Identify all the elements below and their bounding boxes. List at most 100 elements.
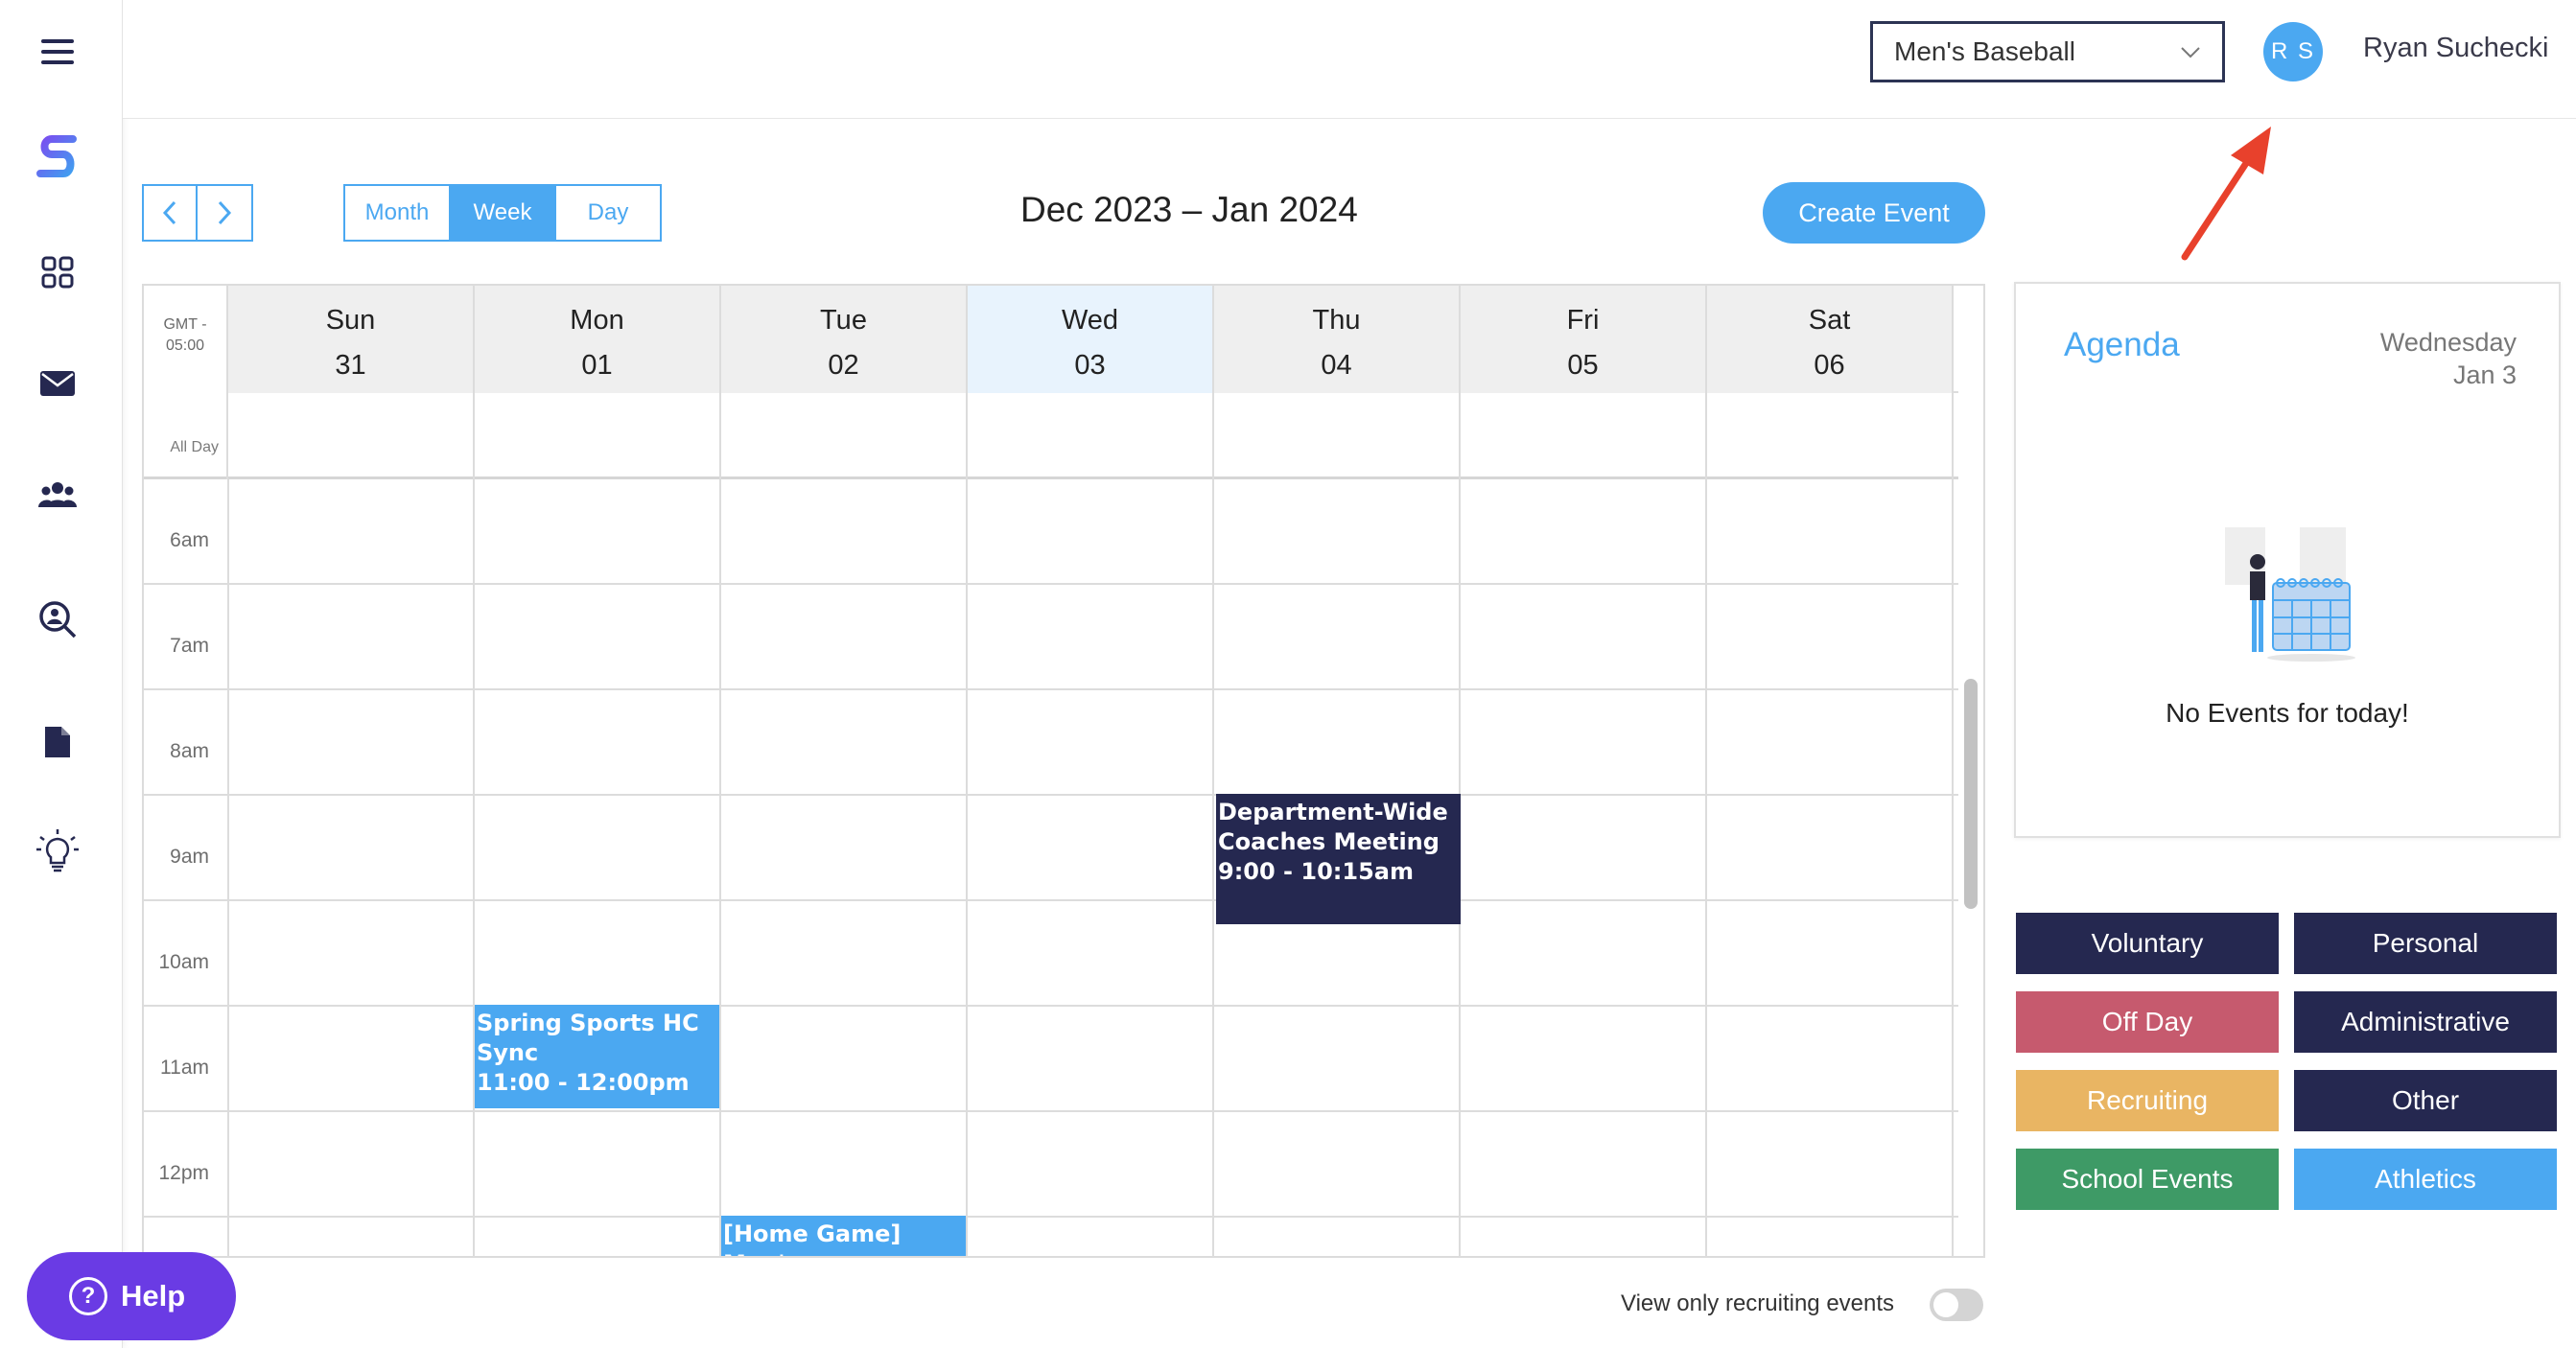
- category-administrative-button[interactable]: Administrative: [2294, 991, 2557, 1053]
- dashboard-grid-icon[interactable]: [33, 247, 82, 297]
- date-nav: [142, 184, 253, 242]
- day-header-thu[interactable]: Thu 04: [1214, 286, 1461, 393]
- all-day-label: All Day: [144, 393, 228, 479]
- category-personal-button[interactable]: Personal: [2294, 913, 2557, 974]
- time-label: 8am: [170, 740, 209, 762]
- calendar-illustration-icon: [2225, 527, 2355, 662]
- event-spring-sports-sync[interactable]: Spring Sports HC Sync 11:00 - 12:00pm: [475, 1005, 719, 1108]
- day-name: Mon: [570, 305, 624, 336]
- calendar-scrollbar[interactable]: [1964, 679, 1978, 909]
- view-day-button[interactable]: Day: [556, 184, 662, 242]
- day-number: 31: [335, 350, 366, 381]
- app-logo-icon[interactable]: [33, 132, 82, 182]
- column-divider: [1212, 479, 1214, 1256]
- event-home-game[interactable]: [Home Game] Men's: [721, 1216, 966, 1256]
- next-button[interactable]: [198, 184, 253, 242]
- column-divider: [1952, 479, 1954, 1256]
- hour-line: [144, 1216, 1958, 1218]
- category-voluntary-button[interactable]: Voluntary: [2016, 913, 2279, 974]
- all-day-cell[interactable]: [475, 393, 721, 479]
- chevron-down-icon: [2181, 47, 2200, 58]
- calendar-header-row: GMT - 05:00 Sun 31 Mon 01 Tue 02 Wed 03 Thu 0…: [144, 286, 1958, 393]
- day-header-wed[interactable]: Wed 03: [968, 286, 1214, 393]
- event-title: Spring Sports HC Sync: [477, 1010, 699, 1066]
- column-divider: [473, 479, 475, 1256]
- time-label: 6am: [170, 529, 209, 551]
- time-label: 12pm: [158, 1162, 209, 1184]
- view-week-button[interactable]: Week: [451, 184, 556, 242]
- time-label: 7am: [170, 635, 209, 657]
- agenda-weekday: Wednesday: [2379, 328, 2517, 357]
- agenda-panel: Agenda Wednesday Jan 3 No Events for tod…: [2014, 282, 2561, 838]
- day-header-sun[interactable]: Sun 31: [228, 286, 475, 393]
- hour-line: [144, 583, 1958, 585]
- day-number: 02: [828, 350, 859, 381]
- day-name: Wed: [1061, 305, 1119, 336]
- column-divider: [966, 479, 968, 1256]
- lightbulb-icon[interactable]: [33, 826, 82, 876]
- all-day-cell[interactable]: [721, 393, 968, 479]
- team-select[interactable]: Men's Baseball: [1870, 21, 2225, 82]
- category-recruiting-button[interactable]: Recruiting: [2016, 1070, 2279, 1131]
- column-divider: [1705, 479, 1707, 1256]
- help-button[interactable]: ? Help: [27, 1252, 236, 1340]
- day-name: Tue: [820, 305, 867, 336]
- agenda-date: Wednesday Jan 3: [2380, 326, 2517, 391]
- all-day-cell[interactable]: [968, 393, 1214, 479]
- hour-line: [144, 688, 1958, 690]
- mail-icon[interactable]: [33, 359, 82, 408]
- hamburger-menu-icon[interactable]: [33, 27, 82, 77]
- day-header-mon[interactable]: Mon 01: [475, 286, 721, 393]
- day-number: 03: [1074, 350, 1106, 381]
- team-people-icon[interactable]: [33, 470, 82, 520]
- recruiting-toggle[interactable]: [1930, 1289, 1983, 1321]
- category-other-button[interactable]: Other: [2294, 1070, 2557, 1131]
- event-coaches-meeting[interactable]: Department-Wide Coaches Meeting 9:00 - 1…: [1216, 794, 1461, 924]
- sidebar: [0, 0, 123, 1348]
- day-number: 05: [1567, 350, 1599, 381]
- agenda-title: Agenda: [2064, 326, 2180, 363]
- time-label: 9am: [170, 846, 209, 868]
- day-header-tue[interactable]: Tue 02: [721, 286, 968, 393]
- user-name[interactable]: Ryan Suchecki: [2363, 33, 2548, 64]
- day-name: Thu: [1312, 305, 1361, 336]
- category-off-day-button[interactable]: Off Day: [2016, 991, 2279, 1053]
- hour-line: [144, 1110, 1958, 1112]
- time-grid[interactable]: 6am 7am 8am 9am 10am 11am 12pm Departmen…: [144, 479, 1958, 1256]
- timezone-label: GMT - 05:00: [144, 286, 228, 393]
- recruiting-toggle-label: View only recruiting events: [1621, 1290, 1895, 1316]
- annotation-arrow-icon: [2181, 127, 2271, 261]
- all-day-cell[interactable]: [1461, 393, 1707, 479]
- all-day-cell[interactable]: [1707, 393, 1954, 479]
- create-event-button[interactable]: Create Event: [1763, 182, 1985, 244]
- day-header-sat[interactable]: Sat 06: [1707, 286, 1954, 393]
- column-divider: [227, 479, 229, 1256]
- all-day-cell[interactable]: [228, 393, 475, 479]
- prev-button[interactable]: [142, 184, 198, 242]
- search-person-icon[interactable]: [33, 594, 82, 644]
- category-school-events-button[interactable]: School Events: [2016, 1149, 2279, 1210]
- team-select-value: Men's Baseball: [1894, 36, 2075, 66]
- day-name: Fri: [1566, 305, 1600, 336]
- day-name: Sat: [1808, 305, 1851, 336]
- avatar[interactable]: R S: [2263, 22, 2323, 81]
- all-day-cell[interactable]: [1214, 393, 1461, 479]
- day-number: 04: [1321, 350, 1352, 381]
- category-athletics-button[interactable]: Athletics: [2294, 1149, 2557, 1210]
- view-switcher: Month Week Day: [343, 184, 662, 242]
- chevron-right-icon: [218, 200, 232, 225]
- day-header-fri[interactable]: Fri 05: [1461, 286, 1707, 393]
- document-icon[interactable]: [33, 717, 82, 767]
- agenda-empty-message: No Events for today!: [2166, 698, 2409, 728]
- event-title: [Home Game] Men's: [723, 1220, 902, 1256]
- event-title: Department-Wide Coaches Meeting: [1218, 799, 1448, 855]
- hour-line: [144, 899, 1958, 901]
- event-time: 9:00 - 10:15am: [1218, 858, 1414, 885]
- view-month-button[interactable]: Month: [343, 184, 451, 242]
- day-number: 01: [581, 350, 613, 381]
- all-day-row: All Day: [144, 393, 1958, 479]
- hour-line: [144, 794, 1958, 796]
- toggle-knob: [1933, 1292, 1958, 1317]
- help-question-icon: ?: [69, 1277, 107, 1315]
- time-label: 10am: [158, 951, 209, 973]
